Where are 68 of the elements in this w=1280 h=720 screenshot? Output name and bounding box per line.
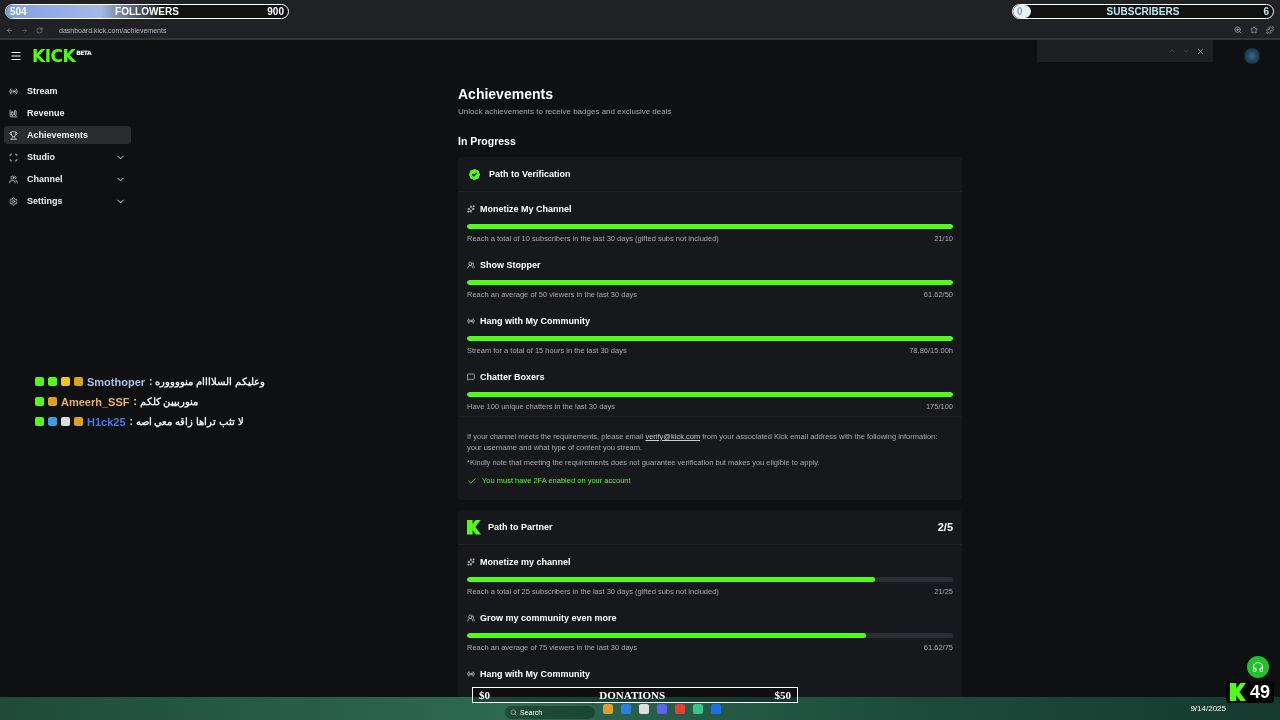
headset-icon [1252,661,1264,673]
nav-icon [9,196,18,206]
achievement-title: Grow my community even more [480,613,617,623]
back-icon[interactable] [6,26,13,34]
nav-icon [9,86,18,96]
achievement-icon [467,373,475,381]
goal-current: 0 [1017,5,1023,17]
achievement-icon [467,261,475,269]
achievement-icon [467,670,475,678]
goal-target: 900 [267,5,284,17]
achievement-title: Chatter Boxers [480,372,545,382]
sidebar-item[interactable]: Settings [4,192,131,210]
chat-message: : لا تثب تراها زاقه معي اصه [129,416,244,427]
sidebar-item[interactable]: Studio [4,148,131,166]
achievement-icon [467,558,475,566]
kick-counter: 49 [1225,681,1274,703]
search-icon [510,709,517,716]
goal-current: 504 [10,5,27,17]
taskbar-app-icon[interactable] [603,703,613,714]
nav-icon [9,108,18,118]
chat-message: : وعليكم السلاااام منووووره [149,376,265,387]
goal-label: SUBSCRIBERS [1106,5,1180,17]
goal-label: FOLLOWERS [115,5,179,17]
achievement-icon [467,614,475,622]
achievement-title: Hang with My Community [480,669,590,679]
zoom-icon[interactable] [1234,26,1242,34]
achievement-title: Monetize My Channel [480,204,572,214]
chat-username: H1ck25 [87,415,126,428]
page-title: Achievements [458,86,554,102]
chat-message: : منوربيين كلكم [133,396,199,407]
extensions-icon[interactable] [1266,26,1274,34]
card-title: Path to Partner [488,522,554,532]
taskbar-date: 9/14/2025 [1190,704,1226,713]
achievement-title: Monetize my channel [480,557,571,567]
sidebar-item[interactable]: Revenue [4,104,131,122]
sidebar-item[interactable]: Achievements [4,126,131,144]
avatar[interactable] [1244,48,1260,64]
section-title: In Progress [458,135,517,147]
close-icon[interactable] [1196,46,1205,56]
kick-logo-icon [1229,683,1246,701]
kick-logo[interactable]: KICK$^{BETA}$ [32,46,92,66]
goal-target: 6 [1263,5,1269,17]
page-subtitle: Unlock achievements to receive badges and exclusive deals [458,107,673,116]
chat-username: Smothoper [87,375,146,388]
donation-label: DONATIONS [599,689,666,701]
sidebar-item[interactable]: Stream [4,82,131,100]
forward-icon[interactable] [21,26,28,34]
achievement-title: Hang with My Community [480,316,590,326]
donation-min: $0 [479,689,490,701]
taskbar-app-icon[interactable] [693,703,703,714]
menu-icon[interactable] [10,50,22,62]
nav-icon [9,130,18,140]
sidebar-item[interactable]: Channel [4,170,131,188]
achievement-title: Show Stopper [480,260,541,270]
kick-logo-icon [467,519,481,535]
reload-icon[interactable] [36,26,43,34]
chat-username: Ameerh_SSF [61,395,130,408]
nav-icon [9,174,18,184]
donation-max: $50 [774,689,791,701]
card-title: Path to Verification [489,169,572,179]
headset-button[interactable] [1247,656,1269,678]
progress-count: 2/5 [937,521,953,533]
achievement-icon [467,205,475,213]
nav-icon [9,152,18,162]
taskbar-app-icon[interactable] [639,703,649,714]
bookmark-star-icon[interactable] [1250,26,1258,34]
verified-badge-icon [467,166,482,182]
achievement-icon [467,317,475,325]
